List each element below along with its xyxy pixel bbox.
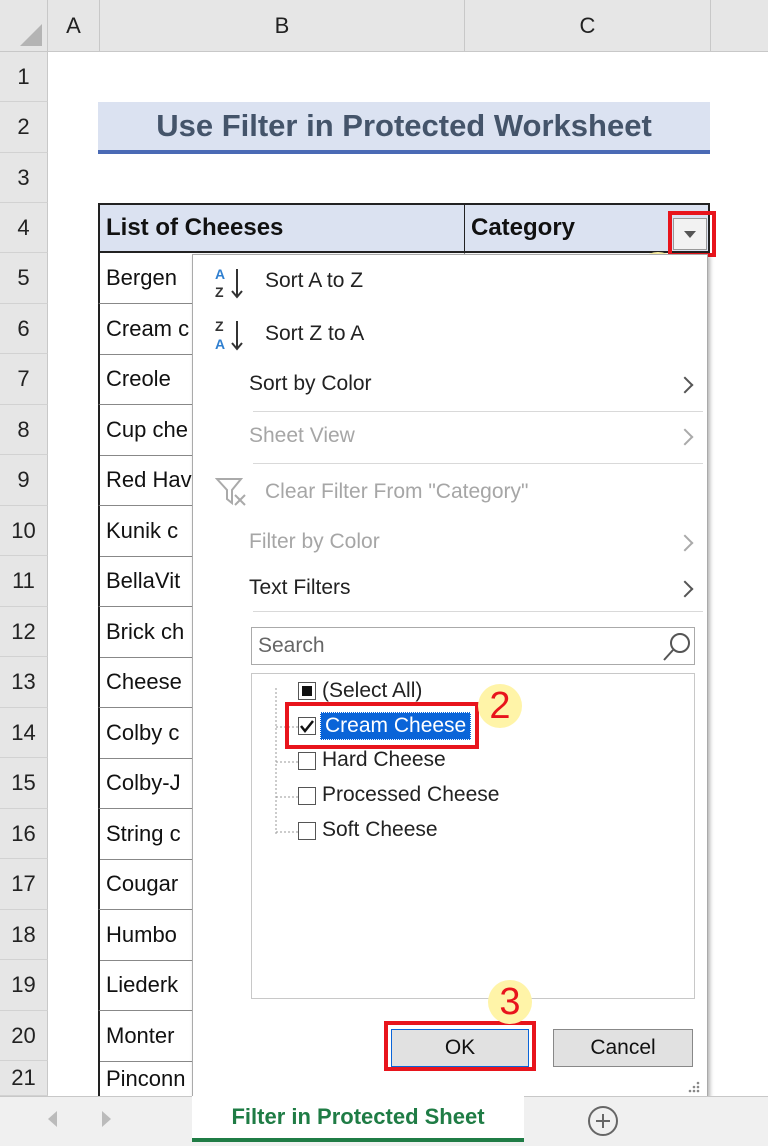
row-header[interactable]: 3	[0, 153, 48, 203]
row-header[interactable]: 5	[0, 253, 48, 304]
soft-cheese-label[interactable]: Soft Cheese	[322, 818, 438, 842]
sort-by-color-item[interactable]: Sort by Color	[249, 372, 372, 396]
column-header-b[interactable]: B	[100, 0, 465, 52]
row-header[interactable]: 10	[0, 506, 48, 556]
step-badge-2: 2	[478, 684, 522, 728]
table-header-cheeses[interactable]: List of Cheeses	[98, 203, 466, 253]
column-header-a[interactable]: A	[48, 0, 100, 52]
scroll-left-icon[interactable]	[48, 1111, 57, 1127]
menu-separator	[253, 611, 703, 612]
hard-cheese-checkbox[interactable]	[298, 752, 316, 770]
svg-text:A: A	[215, 336, 225, 352]
search-placeholder: Search	[258, 634, 325, 657]
row-header[interactable]: 15	[0, 758, 48, 809]
add-sheet-icon[interactable]	[588, 1106, 618, 1136]
resize-grip-icon[interactable]	[687, 1081, 701, 1093]
filter-menu: A Z Sort A to Z Z A Sort Z to A Sort by …	[192, 254, 708, 1097]
clear-filter-icon	[214, 475, 249, 509]
sheet-tab-active[interactable]: Filter in Protected Sheet	[192, 1096, 524, 1142]
sort-za-item[interactable]: Sort Z to A	[265, 322, 364, 346]
svg-text:Z: Z	[215, 284, 224, 300]
sheet-view-item[interactable]: Sheet View	[249, 424, 355, 448]
row-header[interactable]: 4	[0, 203, 48, 253]
annotation-box-3	[384, 1021, 536, 1071]
clear-filter-item[interactable]: Clear Filter From "Category"	[265, 480, 528, 504]
scroll-right-icon[interactable]	[102, 1111, 111, 1127]
column-header-c[interactable]: C	[465, 0, 711, 52]
sort-za-icon: Z A	[213, 315, 247, 355]
menu-separator	[253, 463, 703, 464]
row-header[interactable]: 2	[0, 102, 48, 153]
partial-mark-icon	[302, 686, 312, 696]
menu-separator	[253, 411, 703, 412]
search-icon[interactable]	[661, 631, 693, 663]
select-all-label[interactable]: (Select All)	[322, 679, 422, 703]
chevron-right-icon	[676, 376, 694, 394]
cancel-button[interactable]: Cancel	[553, 1029, 693, 1067]
text-filters-item[interactable]: Text Filters	[249, 576, 351, 600]
column-header-blank	[711, 0, 768, 52]
processed-cheese-label[interactable]: Processed Cheese	[322, 783, 499, 807]
row-header[interactable]: 20	[0, 1011, 48, 1061]
filter-by-color-item[interactable]: Filter by Color	[249, 530, 380, 554]
row-header[interactable]: 18	[0, 910, 48, 960]
processed-cheese-checkbox[interactable]	[298, 787, 316, 805]
row-header[interactable]: 8	[0, 405, 48, 455]
chevron-right-icon	[676, 428, 694, 446]
row-header[interactable]: 1	[0, 52, 48, 102]
row-header[interactable]: 16	[0, 809, 48, 859]
worksheet-title: Use Filter in Protected Worksheet	[98, 102, 710, 154]
svg-text:A: A	[215, 266, 225, 282]
row-header[interactable]: 14	[0, 708, 48, 758]
annotation-box-2	[285, 702, 479, 749]
search-input[interactable]: Search	[251, 627, 695, 665]
row-header[interactable]: 6	[0, 304, 48, 354]
sort-az-item[interactable]: Sort A to Z	[265, 269, 363, 293]
row-header[interactable]: 11	[0, 556, 48, 607]
annotation-box-1	[668, 211, 716, 257]
row-header[interactable]: 13	[0, 657, 48, 708]
row-header[interactable]: 7	[0, 354, 48, 405]
row-header[interactable]: 9	[0, 455, 48, 506]
chevron-right-icon	[676, 534, 694, 552]
svg-text:Z: Z	[215, 318, 224, 334]
row-header[interactable]: 19	[0, 960, 48, 1011]
hard-cheese-label[interactable]: Hard Cheese	[322, 748, 446, 772]
select-all-corner[interactable]	[0, 0, 48, 52]
row-header[interactable]: 17	[0, 859, 48, 910]
row-header[interactable]: 21	[0, 1061, 48, 1096]
chevron-right-icon	[676, 580, 694, 598]
step-badge-3: 3	[488, 980, 532, 1024]
sort-az-icon: A Z	[213, 263, 247, 303]
row-header[interactable]: 12	[0, 607, 48, 657]
soft-cheese-checkbox[interactable]	[298, 822, 316, 840]
select-all-checkbox[interactable]	[298, 682, 316, 700]
